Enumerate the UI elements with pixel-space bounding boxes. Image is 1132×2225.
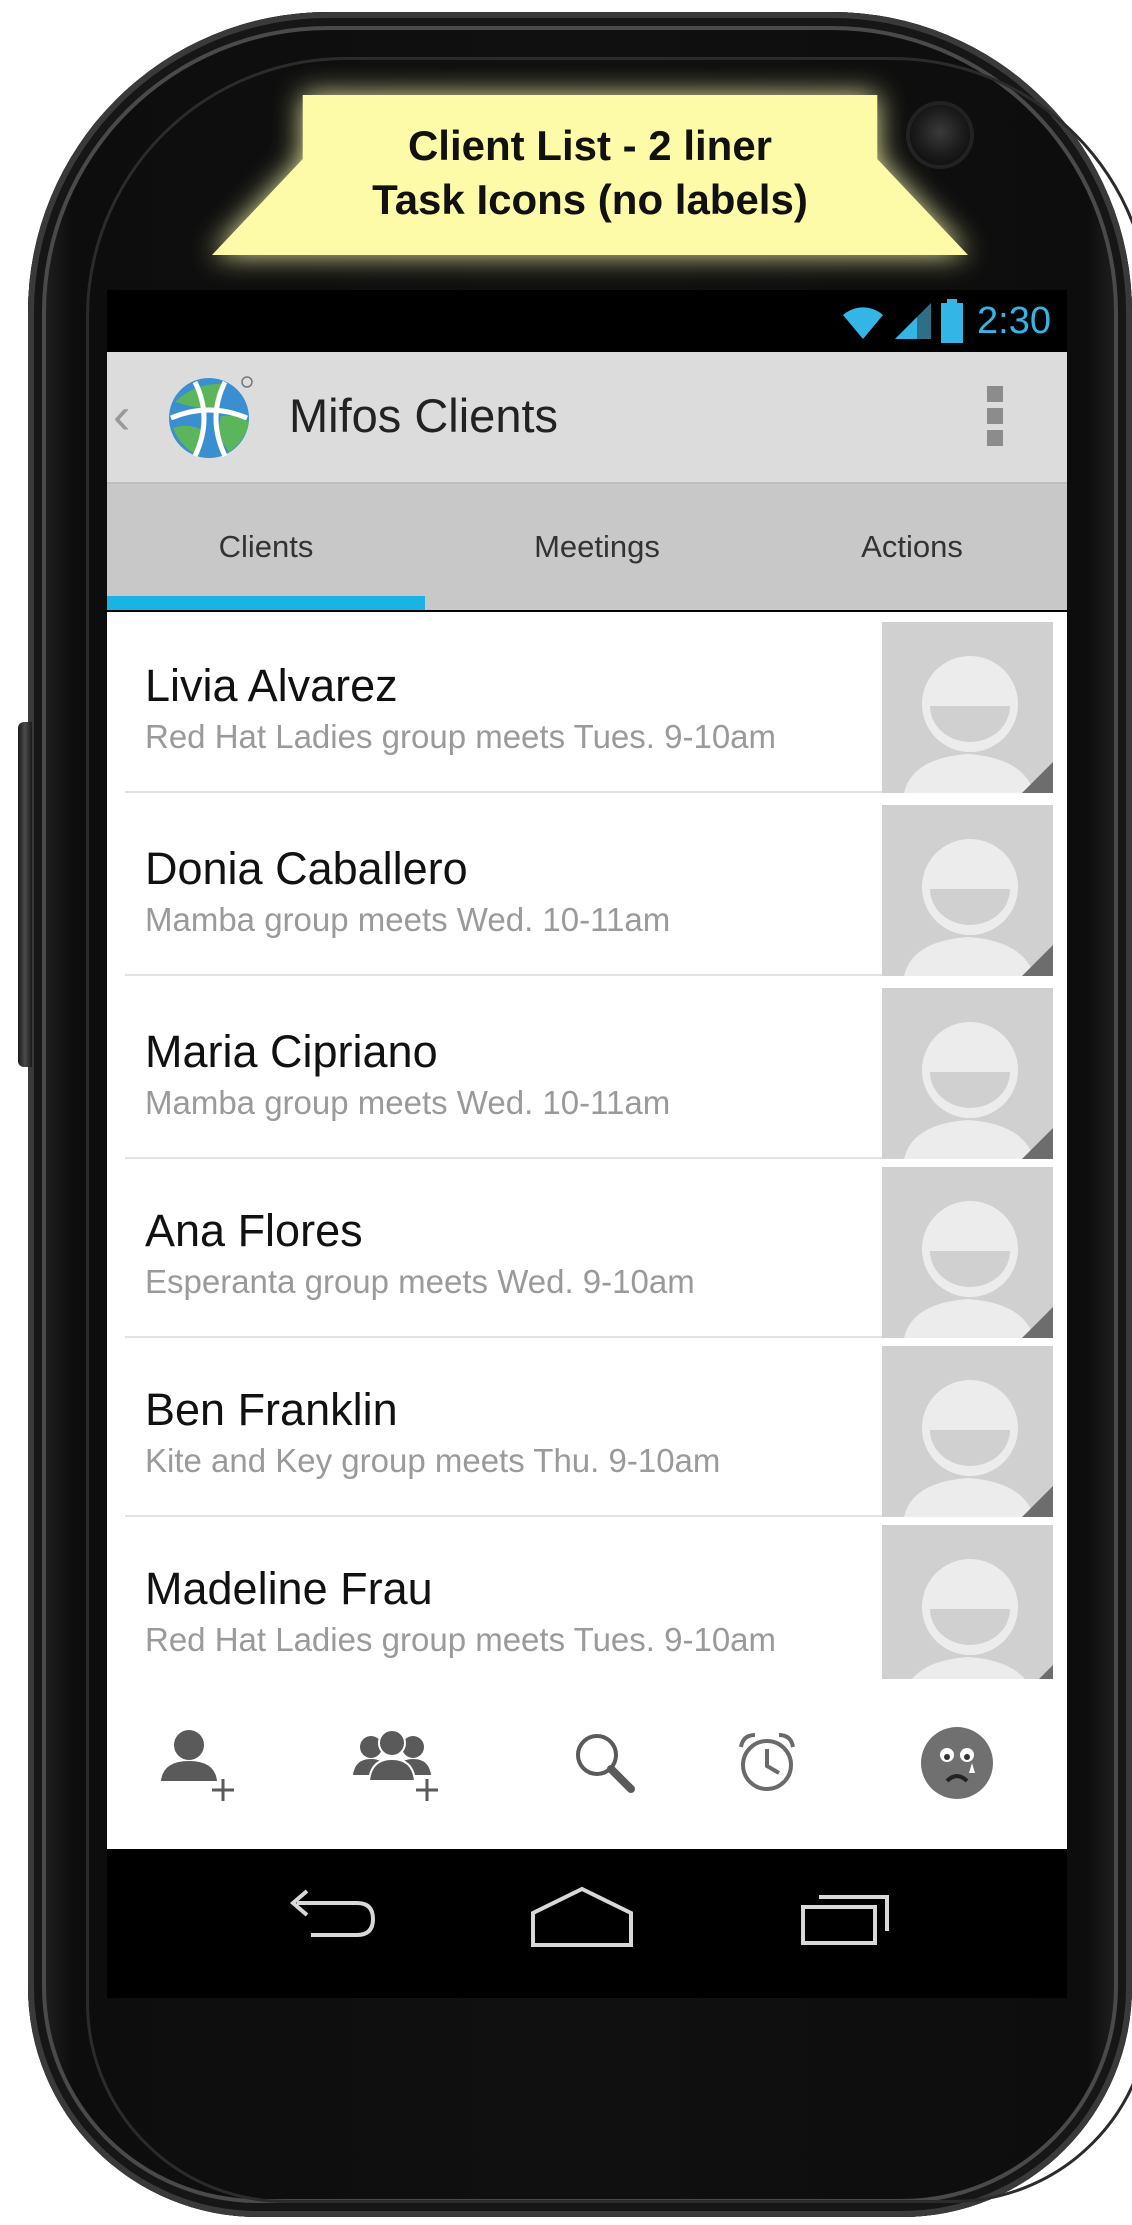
list-item[interactable]: Ana Flores Esperanta group meets Wed. 9-… (107, 1157, 1067, 1338)
back-icon[interactable] (277, 1885, 377, 1945)
list-item[interactable]: Livia Alvarez Red Hat Ladies group meets… (107, 612, 1067, 793)
bottom-action-bar (107, 1679, 1067, 1849)
list-item[interactable]: Ben Franklin Kite and Key group meets Th… (107, 1336, 1067, 1517)
avatar-placeholder-icon (904, 839, 1053, 976)
avatar-placeholder-icon (904, 656, 1053, 793)
row-divider (125, 974, 985, 976)
search-icon[interactable] (565, 1723, 645, 1803)
recent-apps-icon[interactable] (797, 1885, 897, 1949)
tab-clients[interactable]: Clients (107, 484, 425, 610)
app-title: Mifos Clients (289, 389, 559, 442)
list-item[interactable]: Maria Cipriano Mamba group meets Wed. 10… (107, 978, 1067, 1159)
list-item[interactable]: Madeline Frau Red Hat Ladies group meets… (107, 1515, 1067, 1696)
tab-bar: Clients Meetings Actions (107, 484, 1067, 610)
avatar-placeholder-icon (904, 1201, 1053, 1338)
add-group-icon[interactable] (351, 1723, 441, 1803)
client-name: Ana Flores (145, 1205, 363, 1256)
overflow-menu-icon[interactable] (987, 386, 1007, 446)
client-name: Maria Cipriano (145, 1026, 438, 1077)
client-meeting: Kite and Key group meets Thu. 9-10am (145, 1442, 721, 1479)
note-text: Client List - 2 liner Task Icons (no lab… (212, 119, 968, 227)
tab-label: Actions (861, 529, 963, 564)
add-client-icon[interactable] (157, 1723, 237, 1803)
avatar-placeholder-icon (904, 1380, 1053, 1517)
avatar[interactable] (882, 988, 1053, 1159)
battery-icon (941, 299, 964, 343)
note-line-2: Task Icons (no labels) (372, 176, 808, 223)
avatar[interactable] (882, 805, 1053, 976)
client-meeting: Red Hat Ladies group meets Tues. 9-10am (145, 1621, 777, 1658)
note-line-1: Client List - 2 liner (407, 122, 773, 169)
client-meeting: Mamba group meets Wed. 10-11am (145, 1084, 671, 1121)
device-screen: 2:30 ‹ Mifos Clients Clients Meetings Ac… (107, 290, 1067, 1998)
tab-indicator (107, 596, 425, 610)
status-icons: 2:30 (841, 296, 1051, 346)
client-meeting: Mamba group meets Wed. 10-11am (145, 901, 671, 938)
row-divider (125, 791, 985, 793)
tab-actions[interactable]: Actions (757, 484, 1067, 610)
status-bar: 2:30 (107, 290, 1067, 352)
tab-meetings[interactable]: Meetings (437, 484, 757, 610)
action-bar: ‹ Mifos Clients (107, 352, 1067, 484)
client-name: Madeline Frau (145, 1563, 433, 1614)
signal-icon (895, 303, 932, 339)
sad-face-icon[interactable] (917, 1723, 997, 1803)
status-time: 2:30 (977, 299, 1051, 342)
list-item[interactable]: Donia Caballero Mamba group meets Wed. 1… (107, 795, 1067, 976)
avatar[interactable] (882, 1525, 1053, 1696)
up-caret-icon[interactable]: ‹ (113, 386, 130, 446)
avatar-placeholder-icon (904, 1022, 1053, 1159)
avatar[interactable] (882, 1346, 1053, 1517)
client-meeting: Red Hat Ladies group meets Tues. 9-10am (145, 718, 777, 755)
annotation-note: Client List - 2 liner Task Icons (no lab… (212, 95, 968, 255)
wifi-icon (843, 307, 884, 339)
client-meeting: Esperanta group meets Wed. 9-10am (145, 1263, 695, 1300)
home-icon[interactable] (527, 1885, 637, 1949)
avatar-placeholder-icon (904, 1559, 1053, 1696)
client-list: Livia Alvarez Red Hat Ladies group meets… (107, 612, 1067, 1696)
volume-button (18, 722, 32, 1067)
mifos-globe-logo[interactable] (165, 372, 255, 462)
client-name: Livia Alvarez (145, 660, 398, 711)
avatar[interactable] (882, 622, 1053, 793)
tab-label: Meetings (534, 529, 660, 564)
alarm-icon[interactable] (727, 1723, 807, 1803)
client-name: Donia Caballero (145, 843, 468, 894)
navigation-bar (107, 1849, 1067, 1998)
avatar[interactable] (882, 1167, 1053, 1338)
tab-label: Clients (218, 529, 314, 564)
client-name: Ben Franklin (145, 1384, 398, 1435)
